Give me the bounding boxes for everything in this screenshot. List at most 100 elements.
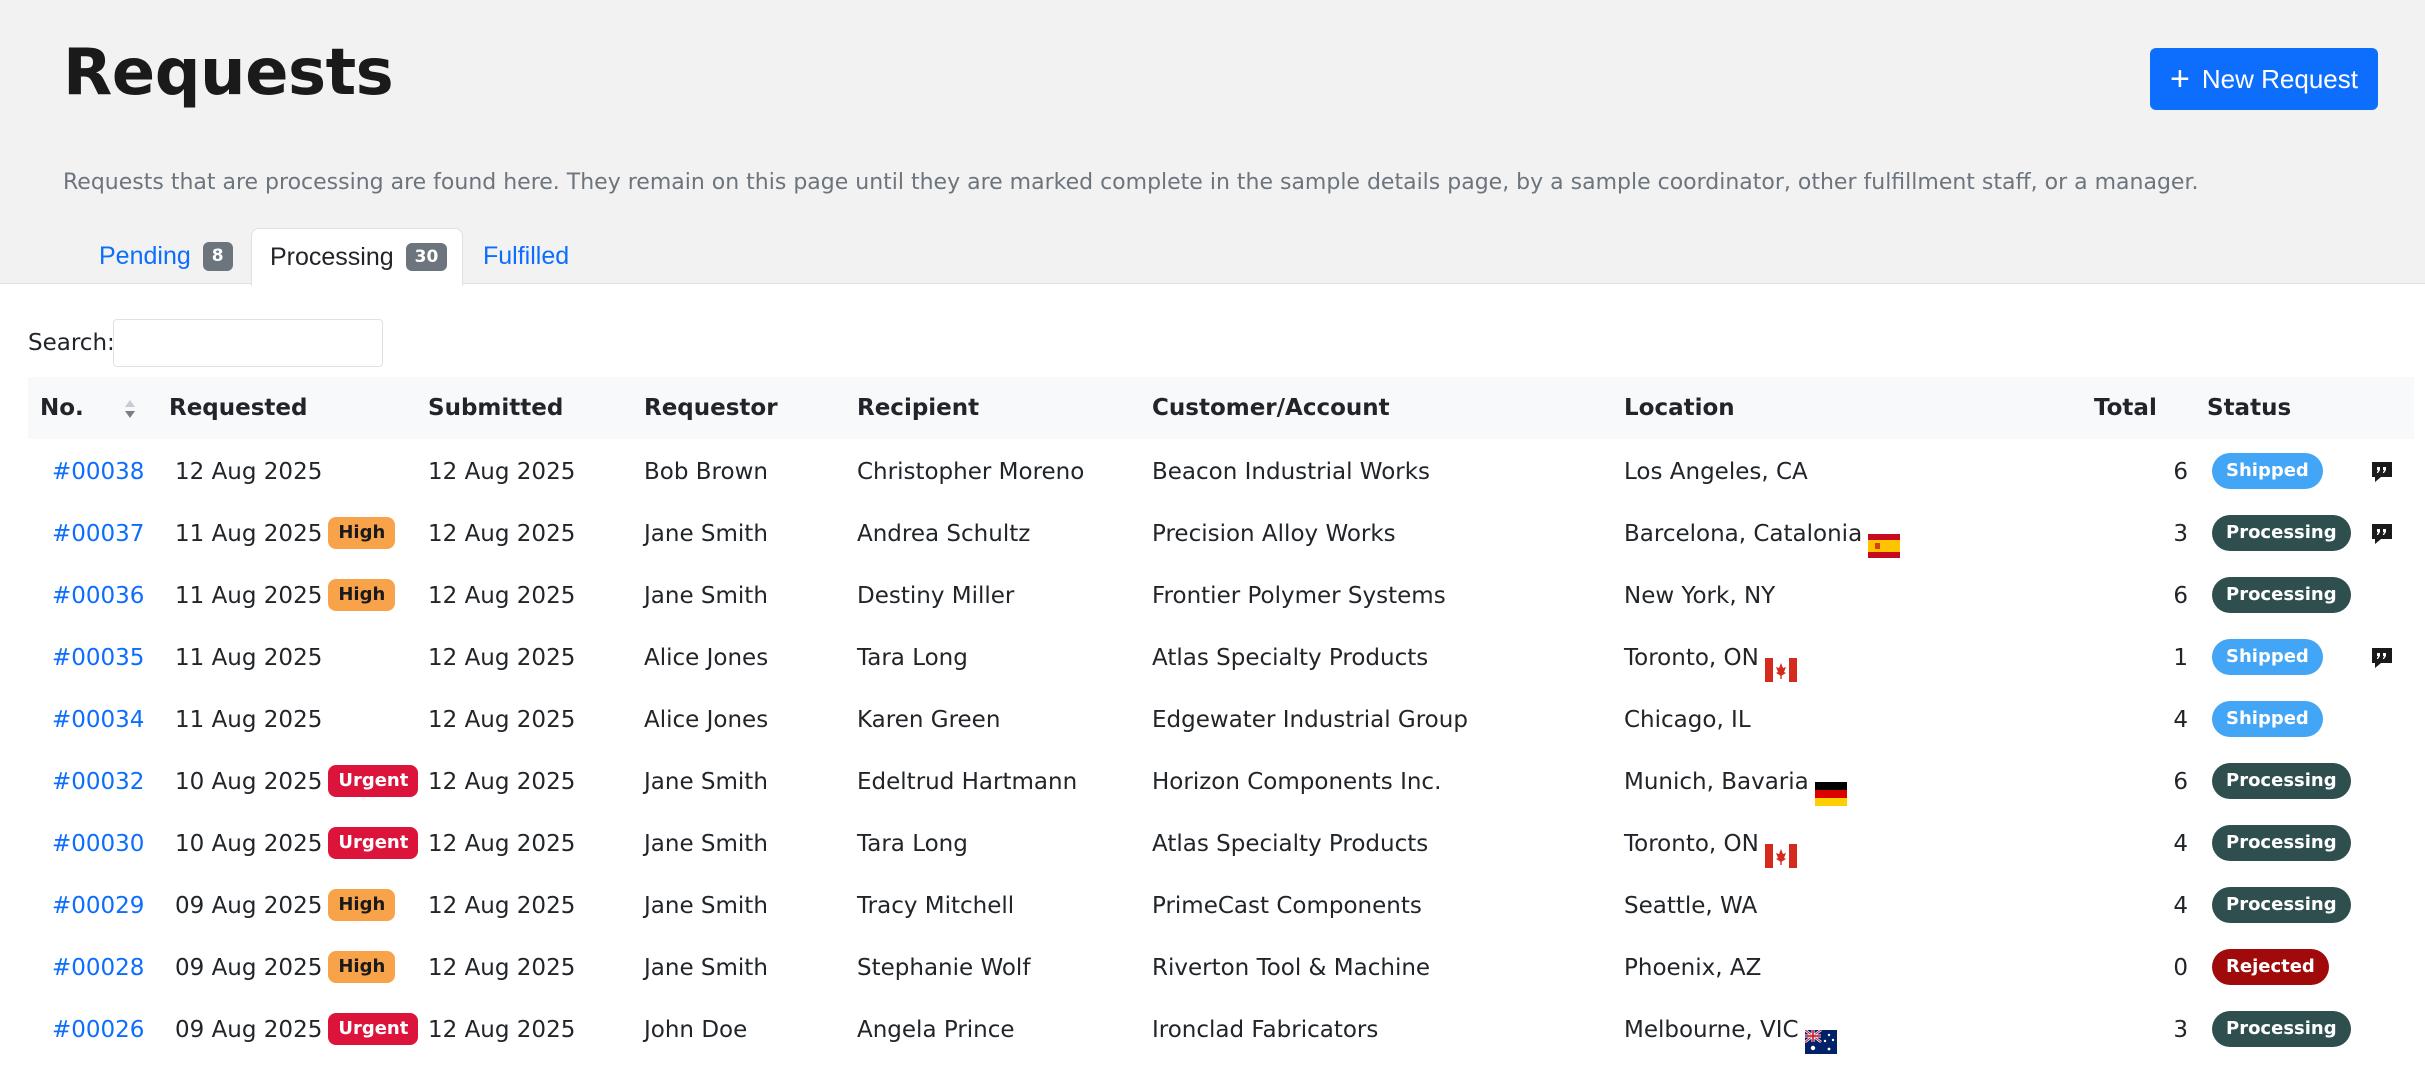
comment-icon[interactable] — [2370, 522, 2394, 546]
request-number-link[interactable]: #00032 — [52, 751, 144, 813]
column-header-requestor[interactable]: Requestor — [644, 377, 778, 439]
status-badge: Processing — [2212, 824, 2351, 861]
status-badge: Processing — [2212, 1010, 2351, 1047]
recipient-cell: Stephanie Wolf — [857, 955, 1031, 981]
table-row: #00036 11 Aug 2025 High 12 Aug 2025 Jane Smi… — [28, 565, 2414, 627]
table-row: #00032 10 Aug 2025 Urgent 12 Aug 2025 Jane S… — [28, 751, 2414, 813]
total-cell: 6 — [2173, 583, 2188, 609]
tab-label: Processing — [270, 242, 394, 271]
priority-badge: High — [328, 950, 396, 983]
column-header-recipient[interactable]: Recipient — [857, 377, 979, 439]
search-input[interactable] — [113, 319, 383, 367]
tab-label: Pending — [99, 242, 191, 270]
total-cell: 4 — [2173, 831, 2188, 857]
status-badge: Shipped — [2212, 700, 2323, 737]
customer-cell: Edgewater Industrial Group — [1152, 707, 1468, 733]
requestor-cell: Bob Brown — [644, 459, 768, 485]
total-cell: 0 — [2173, 955, 2188, 981]
column-header-status[interactable]: Status — [2207, 377, 2291, 439]
requested-date: 11 Aug 2025 — [175, 583, 323, 609]
request-number-link[interactable]: #00030 — [52, 813, 144, 875]
tab-pending[interactable]: Pending 8 — [63, 228, 251, 285]
recipient-cell: Edeltrud Hartmann — [857, 769, 1078, 795]
priority-badge: Urgent — [328, 826, 419, 859]
column-header-customer[interactable]: Customer/Account — [1152, 377, 1390, 439]
tab-processing[interactable]: Processing 30 — [251, 228, 463, 286]
submitted-date: 12 Aug 2025 — [428, 1017, 576, 1043]
location-cell: Chicago, IL — [1624, 689, 1751, 751]
de-flag-icon — [1814, 768, 1847, 806]
requestor-cell: Jane Smith — [644, 831, 768, 857]
status-badge: Rejected — [2212, 948, 2329, 985]
location-text: Seattle, WA — [1624, 893, 1758, 919]
priority-badge: Urgent — [328, 1012, 419, 1045]
customer-cell: Atlas Specialty Products — [1152, 831, 1429, 857]
new-request-button[interactable]: + New Request — [2150, 48, 2378, 110]
customer-cell: Horizon Components Inc. — [1152, 769, 1442, 795]
request-number-link[interactable]: #00038 — [52, 441, 144, 503]
requested-date: 10 Aug 2025 — [175, 769, 323, 795]
submitted-date: 12 Aug 2025 — [428, 769, 576, 795]
comment-icon[interactable] — [2370, 646, 2394, 670]
request-number-link[interactable]: #00029 — [52, 875, 144, 937]
ca-flag-icon — [1764, 644, 1797, 682]
location-text: Phoenix, AZ — [1624, 955, 1762, 981]
customer-cell: Precision Alloy Works — [1152, 521, 1396, 547]
requested-date-cell: 09 Aug 2025 Urgent — [175, 999, 419, 1061]
location-cell: Barcelona, Catalonia — [1624, 503, 1901, 565]
submitted-date: 12 Aug 2025 — [428, 645, 576, 671]
requested-date-cell: 11 Aug 2025 — [175, 627, 322, 689]
request-number-link[interactable]: #00026 — [52, 999, 144, 1061]
comment-icon[interactable] — [2370, 460, 2394, 484]
location-cell: New York, NY — [1624, 565, 1775, 627]
requested-date-cell: 12 Aug 2025 — [175, 441, 322, 503]
count-badge: 8 — [202, 242, 233, 271]
requested-date-cell: 09 Aug 2025 High — [175, 875, 396, 937]
requested-date: 11 Aug 2025 — [175, 645, 323, 671]
location-text: Los Angeles, CA — [1624, 459, 1808, 485]
location-text: Melbourne, VIC — [1624, 1017, 1799, 1043]
submitted-date: 12 Aug 2025 — [428, 707, 576, 733]
tab-fulfilled[interactable]: Fulfilled — [463, 228, 583, 285]
requestor-cell: Jane Smith — [644, 893, 768, 919]
table-row: #00030 10 Aug 2025 Urgent 12 Aug 2025 Jane S… — [28, 813, 2414, 875]
table-row: #00035 11 Aug 2025 12 Aug 2025 Alice Jones T… — [28, 627, 2414, 689]
request-number-link[interactable]: #00037 — [52, 503, 144, 565]
request-number-link[interactable]: #00034 — [52, 689, 144, 751]
submitted-date: 12 Aug 2025 — [428, 955, 576, 981]
column-header-location[interactable]: Location — [1624, 377, 1735, 439]
sort-icon[interactable] — [122, 397, 138, 421]
customer-cell: Riverton Tool & Machine — [1152, 955, 1431, 981]
requested-date-cell: 10 Aug 2025 Urgent — [175, 751, 419, 813]
priority-badge: High — [328, 888, 396, 921]
total-cell: 6 — [2173, 459, 2188, 485]
column-header-requested[interactable]: Requested — [169, 377, 308, 439]
customer-cell: PrimeCast Components — [1152, 893, 1422, 919]
location-text: Munich, Bavaria — [1624, 769, 1809, 795]
requestor-cell: Jane Smith — [644, 521, 768, 547]
page-title: Requests — [63, 36, 394, 110]
status-badge: Processing — [2212, 762, 2351, 799]
location-cell: Melbourne, VIC — [1624, 999, 1837, 1061]
request-number-link[interactable]: #00028 — [52, 937, 144, 999]
column-header-no[interactable]: No. — [40, 377, 84, 439]
location-cell: Los Angeles, CA — [1624, 441, 1808, 503]
requested-date: 10 Aug 2025 — [175, 831, 323, 857]
submitted-date: 12 Aug 2025 — [428, 583, 576, 609]
request-number-link[interactable]: #00036 — [52, 565, 144, 627]
status-cell: Shipped — [2212, 689, 2323, 751]
recipient-cell: Tracy Mitchell — [857, 893, 1015, 919]
column-header-submitted[interactable]: Submitted — [428, 377, 563, 439]
request-number-link[interactable]: #00035 — [52, 627, 144, 689]
requested-date: 11 Aug 2025 — [175, 521, 323, 547]
customer-cell: Beacon Industrial Works — [1152, 459, 1431, 485]
status-cell: Processing — [2212, 875, 2351, 937]
submitted-date: 12 Aug 2025 — [428, 521, 576, 547]
status-cell: Processing — [2212, 565, 2351, 627]
recipient-cell: Tara Long — [857, 645, 968, 671]
total-cell: 4 — [2173, 893, 2188, 919]
requested-date: 09 Aug 2025 — [175, 1017, 323, 1043]
location-cell: Phoenix, AZ — [1624, 937, 1761, 999]
column-header-total[interactable]: Total — [2094, 377, 2157, 439]
location-text: Toronto, ON — [1624, 645, 1759, 671]
